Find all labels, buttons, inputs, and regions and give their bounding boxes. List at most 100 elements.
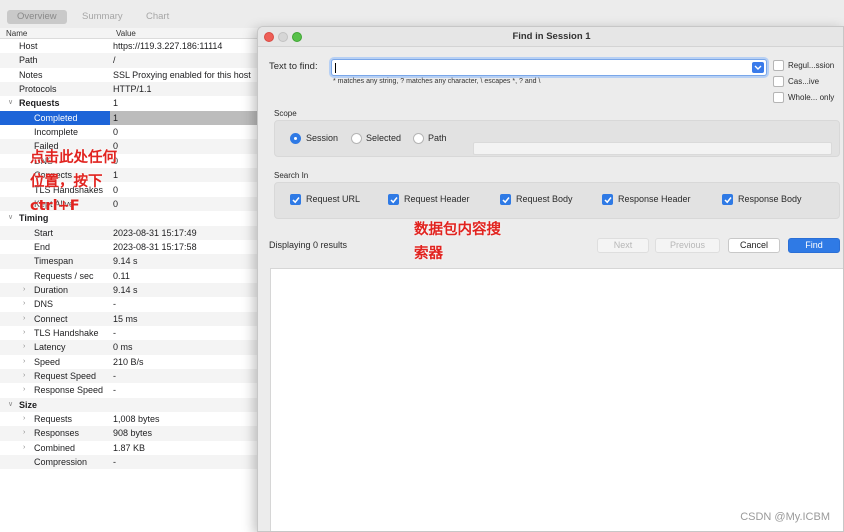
request-url-checkbox[interactable] <box>290 194 301 205</box>
row-name: Requests <box>34 414 73 425</box>
chevron-down-icon[interactable]: ∨ <box>8 398 13 412</box>
scope-path-radio[interactable] <box>413 133 424 144</box>
chevron-right-icon[interactable]: › <box>23 283 25 297</box>
watermark: CSDN @My.ICBM <box>740 511 830 523</box>
tab-chart[interactable]: Chart <box>136 10 179 24</box>
table-row[interactable]: End 2023-08-31 15:17:58 <box>0 240 261 254</box>
table-row[interactable]: › DNS - <box>0 297 261 311</box>
case-sensitive-checkbox[interactable] <box>773 76 784 87</box>
table-row[interactable]: › Combined 1.87 KB <box>0 441 261 455</box>
table-row[interactable]: › TLS Handshake - <box>0 326 261 340</box>
chevron-right-icon[interactable]: › <box>23 441 25 455</box>
request-header-checkbox[interactable] <box>388 194 399 205</box>
scope-selected-label: Selected <box>366 133 402 143</box>
table-row[interactable]: Compression - <box>0 455 261 470</box>
wildcard-hint: * matches any string, ? matches any char… <box>333 78 541 85</box>
tab-overview[interactable]: Overview <box>7 10 67 24</box>
chevron-right-icon[interactable]: › <box>23 412 25 426</box>
row-name: DNS <box>34 299 54 310</box>
scope-label: Scope <box>274 109 297 118</box>
row-value: 0 <box>113 127 119 138</box>
row-name: Connect <box>34 313 68 324</box>
scope-selected-radio[interactable] <box>351 133 362 144</box>
checkmark-icon <box>390 197 398 204</box>
table-row[interactable]: ∨ Requests 1 <box>0 96 261 110</box>
table-row[interactable]: Incomplete 0 <box>0 125 261 139</box>
search-in-label: Search In <box>274 171 309 180</box>
row-value: 0.11 <box>113 270 130 281</box>
chevron-right-icon[interactable]: › <box>23 340 25 354</box>
table-row[interactable]: › Connect 15 ms <box>0 311 261 326</box>
table-row[interactable]: Notes SSL Proxying enabled for this host <box>0 68 261 82</box>
row-value: 210 B/s <box>113 356 144 367</box>
table-row[interactable]: ∨ Size <box>0 397 261 413</box>
table-row[interactable]: › Duration 9.14 s <box>0 282 261 298</box>
table-row[interactable]: Completed <box>0 110 110 126</box>
row-name: Compression <box>34 457 88 468</box>
row-name: Latency <box>34 342 66 353</box>
tab-summary[interactable]: Summary <box>72 10 133 24</box>
dialog-title: Find in Session 1 <box>512 31 591 42</box>
next-button[interactable]: Next <box>597 238 649 253</box>
scope-session-radio[interactable] <box>290 133 301 144</box>
chevron-right-icon[interactable]: › <box>23 383 25 397</box>
row-name: Combined <box>34 442 76 453</box>
row-value: 0 <box>113 198 119 209</box>
response-body-checkbox[interactable] <box>722 194 733 205</box>
cancel-button[interactable]: Cancel <box>728 238 780 253</box>
regex-checkbox[interactable] <box>773 60 784 71</box>
row-name: Protocols <box>19 84 57 95</box>
previous-button[interactable]: Previous <box>655 238 720 253</box>
chevron-down-icon[interactable]: ∨ <box>8 211 13 225</box>
row-name: Duration <box>34 284 69 295</box>
row-name: Host <box>19 41 38 51</box>
chevron-right-icon[interactable]: › <box>23 426 25 440</box>
request-url-label: Request URL <box>306 194 361 204</box>
table-row[interactable]: Requests / sec 0.11 <box>0 269 261 283</box>
column-name-header[interactable]: Name <box>6 28 27 39</box>
table-row[interactable]: › Request Speed - <box>0 369 261 384</box>
row-value: 0 ms <box>113 342 133 353</box>
results-status: Displaying 0 results <box>269 240 348 250</box>
table-row[interactable]: › Speed 210 B/s <box>0 355 261 369</box>
checkmark-icon <box>292 197 300 204</box>
row-value: SSL Proxying enabled for this host <box>113 69 251 80</box>
dialog-titlebar: Find in Session 1 <box>258 27 843 47</box>
chevron-right-icon[interactable]: › <box>23 312 25 326</box>
table-row[interactable]: Timespan 9.14 s <box>0 254 261 269</box>
request-body-checkbox[interactable] <box>500 194 511 205</box>
chevron-right-icon[interactable]: › <box>23 326 25 340</box>
column-value-header[interactable]: Value <box>116 28 136 39</box>
row-name: Speed <box>34 356 61 367</box>
row-value: - <box>113 457 116 468</box>
chevron-down-icon[interactable]: ∨ <box>8 96 13 110</box>
table-row[interactable]: › Responses 908 bytes <box>0 426 261 441</box>
table-row[interactable]: › Response Speed - <box>0 383 261 397</box>
table-row[interactable]: Path / <box>0 53 261 68</box>
row-name: Requests / sec <box>34 270 94 281</box>
annotation-left: 点击此处任何 位置，按下 ctrl+F <box>30 150 117 214</box>
row-name: Incomplete <box>34 127 79 138</box>
find-button[interactable]: Find <box>788 238 840 253</box>
table-row[interactable]: Start 2023-08-31 15:17:49 <box>0 225 261 240</box>
table-row[interactable]: › Requests 1,008 bytes <box>0 412 261 426</box>
table-row[interactable]: Host https://119.3.227.186:11114 <box>0 39 261 53</box>
column-header: Name Value <box>0 28 262 39</box>
text-to-find-input[interactable] <box>331 59 767 76</box>
row-name: TLS Handshake <box>34 328 99 338</box>
table-row[interactable]: Protocols HTTP/1.1 <box>0 82 261 97</box>
regex-label: Regul...ssion <box>788 61 835 70</box>
history-dropdown-button[interactable] <box>752 62 764 73</box>
row-value: 0 <box>113 141 119 152</box>
response-header-checkbox[interactable] <box>602 194 613 205</box>
results-list[interactable] <box>270 268 843 531</box>
search-in-group: Request URL Request Header Request Body … <box>274 182 840 219</box>
table-row[interactable]: › Latency 0 ms <box>0 340 261 355</box>
scope-path-label: Path <box>428 133 447 143</box>
checkmark-icon <box>724 197 732 204</box>
whole-word-checkbox[interactable] <box>773 92 784 103</box>
chevron-right-icon[interactable]: › <box>23 297 25 311</box>
scope-path-input[interactable] <box>473 142 832 155</box>
chevron-right-icon[interactable]: › <box>23 369 25 383</box>
chevron-right-icon[interactable]: › <box>23 355 25 369</box>
